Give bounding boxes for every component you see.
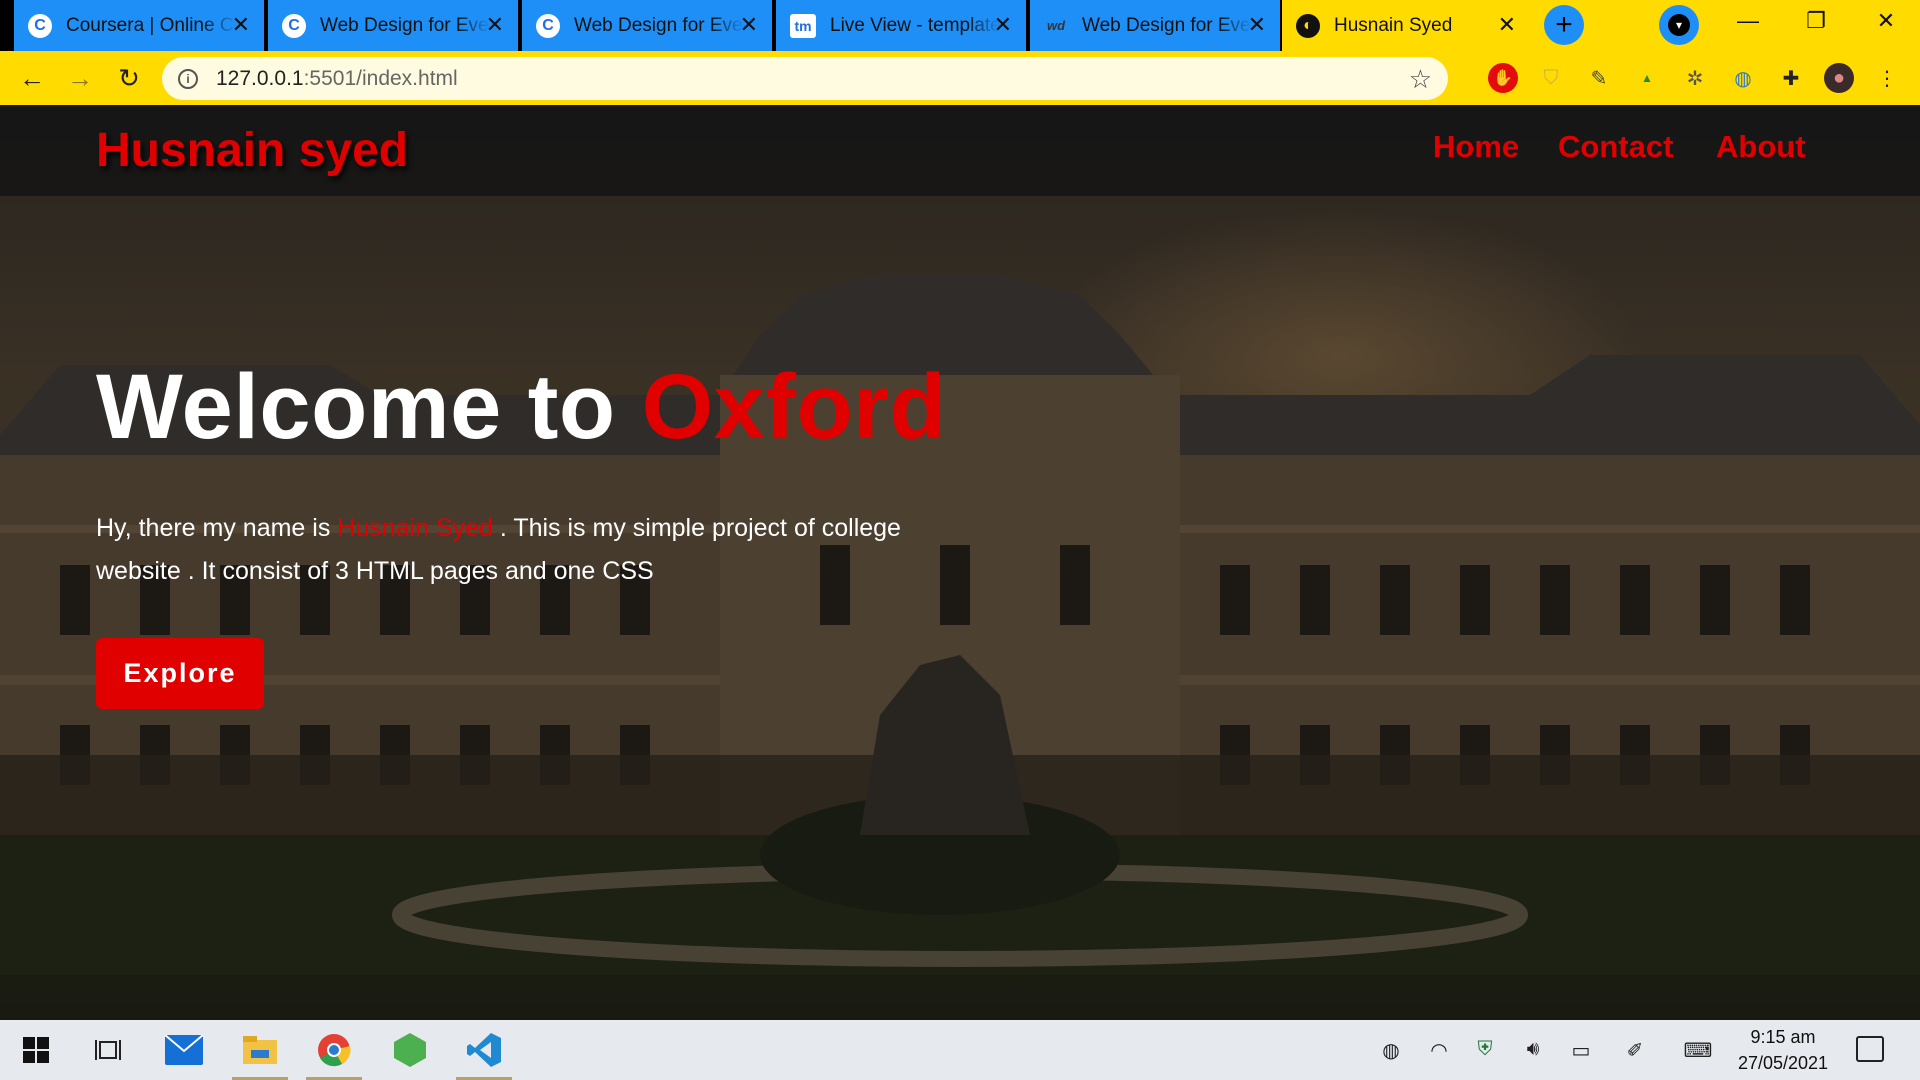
color-picker-extension-icon[interactable]: ✎ xyxy=(1584,63,1614,93)
restore-button[interactable]: ❐ xyxy=(1796,8,1836,34)
hero-intro: Hy, there my name is Husnain Syed . This… xyxy=(96,507,916,593)
address-bar[interactable]: i 127.0.0.1:5501/index.html ☆ xyxy=(162,57,1448,100)
coursera-icon: C xyxy=(536,13,560,38)
new-tab-button[interactable]: + xyxy=(1544,5,1584,45)
tab-coursera[interactable]: C Coursera | Online Courses ✕ xyxy=(14,0,266,51)
globe-icon: ◐ xyxy=(1296,13,1320,38)
windows-start-icon[interactable] xyxy=(16,1030,56,1070)
system-clock[interactable]: 9:15 am 27/05/2021 xyxy=(1728,1024,1838,1076)
wd-icon: wd xyxy=(1046,18,1066,33)
close-icon[interactable]: ✕ xyxy=(486,13,504,37)
close-icon[interactable]: ✕ xyxy=(1498,13,1516,37)
tab-title: Web Design for Everybody xyxy=(1082,14,1252,36)
site-brand[interactable]: Husnain syed xyxy=(96,123,408,178)
battery-icon[interactable]: ▭ xyxy=(1566,1038,1596,1063)
hero-intro-start: Hy, there my name is xyxy=(96,514,338,542)
close-window-button[interactable]: ✕ xyxy=(1866,8,1906,34)
volume-icon[interactable]: 🔊︎ xyxy=(1518,1038,1548,1061)
hero-title-accent: Oxford xyxy=(641,356,947,458)
tab-search-button[interactable]: ▾ xyxy=(1659,5,1699,45)
info-icon[interactable]: i xyxy=(178,68,198,89)
tab-web-design-1[interactable]: C Web Design for Everybody ✕ xyxy=(268,0,520,51)
minimize-button[interactable]: — xyxy=(1728,8,1768,34)
task-view-icon[interactable] xyxy=(88,1030,128,1070)
keyboard-icon[interactable]: ⌨ xyxy=(1680,1038,1716,1063)
clock-date: 27/05/2021 xyxy=(1737,1053,1829,1073)
hero-title-prefix: Welcome to xyxy=(96,356,642,458)
pen-icon[interactable]: ✐ xyxy=(1620,1038,1650,1063)
network-globe-icon[interactable]: ◍ xyxy=(1376,1038,1406,1063)
tab-husnain-syed[interactable]: ◐ Husnain Syed ✕ xyxy=(1282,0,1530,51)
reload-button[interactable]: ↻ xyxy=(112,63,146,93)
url-text[interactable]: 127.0.0.1:5501/index.html xyxy=(216,67,458,91)
clock-time: 9:15 am xyxy=(1750,1027,1816,1047)
back-button[interactable]: ← xyxy=(15,63,49,93)
nav-link-about[interactable]: About xyxy=(1716,129,1806,165)
bookmark-star-icon[interactable]: ☆ xyxy=(1409,64,1432,95)
shield-extension-icon[interactable]: ⛉ xyxy=(1536,63,1566,93)
tab-title: Web Design for Everybody xyxy=(320,14,490,36)
tm-icon: tm xyxy=(790,13,816,38)
tab-title: Coursera | Online Courses xyxy=(66,14,236,36)
coursera-icon: C xyxy=(28,13,52,38)
site-navbar: Husnain syed Home Contact About xyxy=(0,105,1920,196)
close-icon[interactable]: ✕ xyxy=(740,13,758,37)
notification-center-icon[interactable] xyxy=(1856,1036,1884,1062)
node-icon[interactable] xyxy=(390,1030,430,1070)
tab-title: Husnain Syed xyxy=(1334,14,1453,36)
tab-live-view[interactable]: tm Live View - templatemo ✕ xyxy=(776,0,1028,51)
close-icon[interactable]: ✕ xyxy=(232,13,250,37)
hero-intro-name: Husnain Syed xyxy=(337,514,493,542)
kebab-menu-icon[interactable]: ⋮ xyxy=(1872,63,1902,93)
hero-title: Welcome to Oxford xyxy=(96,355,946,460)
defender-shield-icon[interactable]: ⛨ xyxy=(1470,1038,1500,1061)
tab-strip: C Coursera | Online Courses ✕ C Web Desi… xyxy=(0,0,1920,51)
close-icon[interactable]: ✕ xyxy=(1248,13,1266,37)
browser-toolbar: ← → ↻ i 127.0.0.1:5501/index.html ☆ ✋ ⛉ … xyxy=(0,51,1920,105)
file-explorer-icon[interactable] xyxy=(240,1030,280,1070)
nav-link-home[interactable]: Home xyxy=(1433,129,1519,165)
adblock-extension-icon[interactable]: ✋ xyxy=(1488,63,1518,93)
coursera-icon: C xyxy=(282,13,306,38)
close-icon[interactable]: ✕ xyxy=(994,13,1012,37)
tab-web-design-2[interactable]: C Web Design for Everybody ✕ xyxy=(522,0,774,51)
chrome-icon[interactable] xyxy=(314,1030,354,1070)
tab-title: Live View - templatemo xyxy=(830,14,1000,36)
extensions-puzzle-icon[interactable]: ✚ xyxy=(1776,63,1806,93)
avatar[interactable]: ● xyxy=(1824,63,1854,93)
tab-title: Web Design for Everybody xyxy=(574,14,744,36)
explore-button[interactable]: Explore xyxy=(96,638,264,709)
nav-link-contact[interactable]: Contact xyxy=(1558,129,1673,165)
windows-taskbar: ◍ ◠ ⛨ 🔊︎ ▭ ✐ ⌨ 9:15 am 27/05/2021 xyxy=(0,1020,1920,1080)
chevron-down-icon: ▾ xyxy=(1668,14,1690,36)
html-validator-extension-icon[interactable]: ▲ xyxy=(1632,63,1662,93)
forward-button[interactable]: → xyxy=(63,63,97,93)
earth-extension-icon[interactable]: ◍ xyxy=(1728,63,1758,93)
tab-web-design-3[interactable]: wd Web Design for Everybody ✕ xyxy=(1030,0,1282,51)
vscode-icon[interactable] xyxy=(464,1030,504,1070)
web-page: Husnain syed Home Contact About Welcome … xyxy=(0,105,1920,1020)
bug-extension-icon[interactable]: ✲ xyxy=(1680,63,1710,93)
wifi-icon[interactable]: ◠ xyxy=(1424,1038,1454,1063)
mail-icon[interactable] xyxy=(164,1030,204,1070)
